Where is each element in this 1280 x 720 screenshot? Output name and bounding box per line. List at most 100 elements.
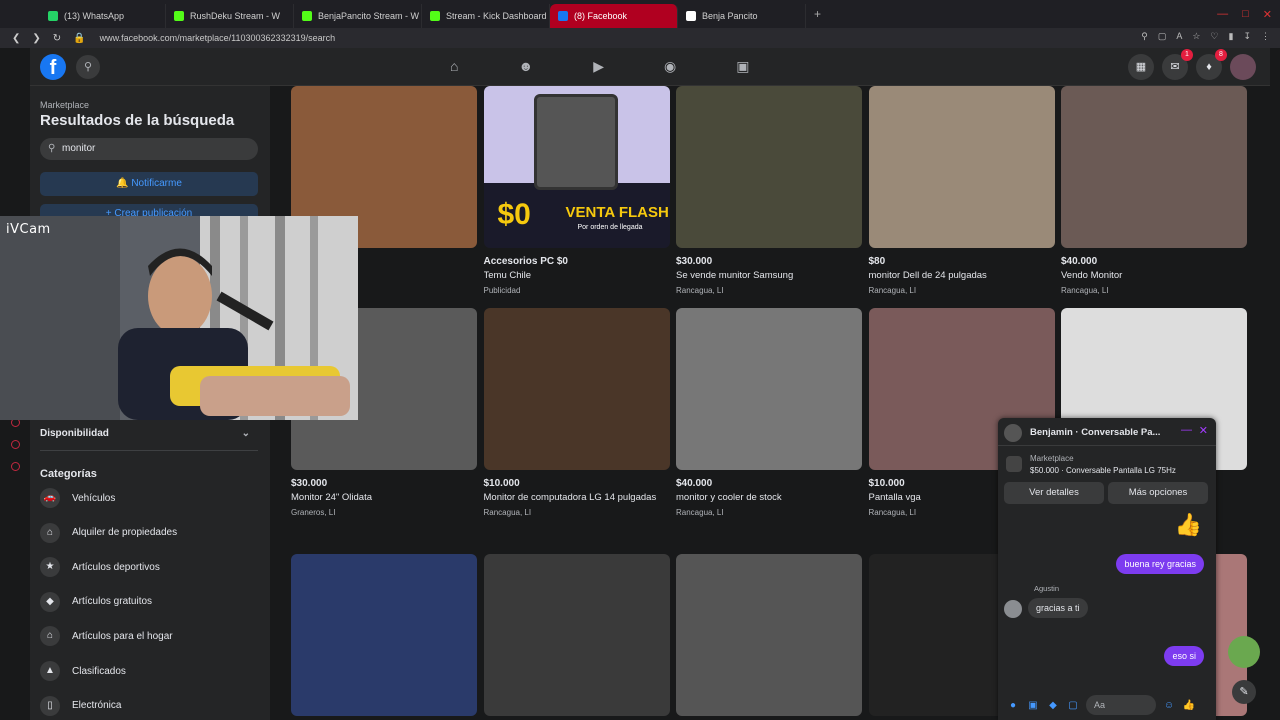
heart-icon[interactable]: ♡ (1210, 31, 1218, 42)
browser-tab[interactable]: BenjaPancito Stream - W (294, 4, 422, 28)
listing-card[interactable] (291, 554, 477, 716)
listing-image[interactable] (291, 554, 477, 716)
browser-tab[interactable]: (13) WhatsApp (40, 4, 166, 28)
listing-card[interactable]: $40.000 monitor y cooler de stock Rancagua… (676, 308, 862, 517)
maximize-icon[interactable]: □ (1242, 8, 1249, 21)
listing-image[interactable] (676, 86, 862, 248)
listing-card[interactable]: $0 VENTA FLASH Por orden de llegada Accesor… (483, 86, 670, 295)
extension-icon[interactable]: ▮ (1229, 31, 1234, 42)
listing-image[interactable] (676, 554, 862, 716)
menu-icon[interactable]: ⋮ (1261, 31, 1270, 42)
image-icon[interactable]: ▣ (1026, 700, 1040, 711)
category-item[interactable]: ⌂ Artículos para el hogar (40, 624, 173, 648)
listing-price: $80 (868, 256, 886, 267)
listing-card[interactable]: $40.000 Vendo Monitor Rancagua, LI (1061, 86, 1247, 295)
screenshot-icon[interactable]: ▢ (1158, 31, 1167, 42)
availability-filter[interactable]: Disponibilidad ⌄ (40, 428, 258, 439)
webcam-feed (0, 216, 358, 420)
reload-icon[interactable]: ↻ (53, 33, 61, 44)
listing-title: Se vende munitor Samsung (676, 270, 794, 281)
browser-tab[interactable]: RushDeku Stream - W (166, 4, 294, 28)
listing-card[interactable] (483, 554, 670, 716)
category-item[interactable]: ▲ Clasificados (40, 659, 126, 683)
listing-title: Vendo Monitor (1061, 270, 1123, 281)
listing-card[interactable] (676, 554, 862, 716)
message-input[interactable]: Aa (1086, 695, 1156, 715)
avatar[interactable] (1230, 54, 1256, 80)
browser-tab-bar: (13) WhatsApp RushDeku Stream - W BenjaPan… (0, 0, 1280, 28)
home-icon[interactable]: ⌂ (450, 58, 458, 75)
chevron-down-icon: ⌄ (241, 428, 250, 439)
like-icon[interactable]: 👍 (1182, 700, 1196, 711)
sidebar-app-icon[interactable] (11, 440, 20, 449)
category-item[interactable]: ▯ Electrónica (40, 694, 121, 718)
new-tab-button[interactable]: + (814, 7, 821, 21)
sender-name: Agustin (1034, 584, 1060, 593)
groups-icon[interactable]: ◉ (664, 58, 676, 75)
download-icon[interactable]: ↧ (1243, 31, 1251, 42)
tab-label: Stream - Kick Dashboard (446, 11, 547, 21)
listing-image[interactable] (483, 308, 670, 470)
sticker-icon[interactable]: ◆ (1046, 700, 1060, 711)
listing-image[interactable] (1061, 86, 1247, 248)
tab-favicon-icon (174, 11, 184, 21)
chat-window: Benjamin · Conversable Pa... — ✕ Marketp… (998, 418, 1216, 720)
gif-icon[interactable]: ▢ (1066, 700, 1080, 711)
header-actions: ▦ ✉ 1 ♦ 8 (1128, 49, 1256, 80)
chat-header[interactable]: Benjamin · Conversable Pa... — ✕ (998, 418, 1216, 446)
browser-tab[interactable]: (8) Facebook (550, 4, 678, 28)
friends-icon[interactable]: ☻ (518, 58, 533, 75)
browser-tab[interactable]: Benja Pancito (678, 4, 806, 28)
minimize-icon[interactable]: — (1181, 424, 1192, 436)
notifications-icon[interactable]: ♦ 8 (1196, 49, 1227, 80)
listing-card[interactable]: $80 monitor Dell de 24 pulgadas Rancagua, … (868, 86, 1055, 295)
listing-location: Graneros, LI (291, 508, 336, 517)
back-icon[interactable]: ❮ (12, 33, 20, 44)
listing-image[interactable] (868, 86, 1055, 248)
view-details-button[interactable]: Ver detalles (1004, 482, 1104, 504)
more-options-button[interactable]: Más opciones (1108, 482, 1208, 504)
tab-favicon-icon (558, 11, 568, 21)
url-field[interactable]: www.facebook.com/marketplace/11030036233… (100, 33, 335, 43)
listing-price: $30.000 (291, 478, 328, 489)
close-icon[interactable]: ✕ (1199, 424, 1208, 437)
listing-image[interactable] (676, 308, 862, 470)
listing-card[interactable]: $10.000 Monitor de computadora LG 14 pulg… (483, 308, 670, 517)
marketplace-item-row[interactable]: Marketplace $50.000 · Conversable Pantal… (1004, 452, 1210, 478)
category-item[interactable]: ◆ Artículos gratuitos (40, 590, 152, 614)
thumbs-up-icon: 👍 (1174, 512, 1202, 537)
facebook-logo[interactable]: f (40, 54, 66, 80)
search-input[interactable]: ⚲ monitor (40, 138, 258, 160)
tab-favicon-icon (302, 11, 312, 21)
megaphone-icon: ▲ (40, 661, 60, 681)
sidebar-app-icon[interactable] (11, 462, 20, 471)
page-title: Resultados de la búsqueda (40, 112, 235, 129)
runner-icon: ★ (40, 557, 60, 578)
video-icon[interactable]: ▶ (593, 58, 604, 75)
compose-message-icon[interactable]: ✎ (1232, 680, 1256, 704)
chat-head-bubble[interactable] (1228, 636, 1260, 668)
listing-image[interactable]: $0 VENTA FLASH Por orden de llegada (483, 86, 670, 248)
browser-tab[interactable]: Stream - Kick Dashboard (422, 4, 550, 28)
pin-icon[interactable]: ⚲ (1141, 31, 1148, 42)
translate-icon[interactable]: A (1176, 31, 1182, 42)
listing-card[interactable]: $30.000 Se vende munitor Samsung Rancagua,… (676, 86, 862, 295)
category-item[interactable]: ⌂ Alquiler de propiedades (40, 521, 177, 545)
minimize-icon[interactable]: — (1217, 8, 1228, 21)
search-icon[interactable]: ⚲ (76, 55, 100, 79)
category-item[interactable]: 🚗 Vehículos (40, 486, 115, 510)
category-item[interactable]: ★ Artículos deportivos (40, 555, 160, 579)
bookmark-icon[interactable]: ☆ (1192, 31, 1200, 42)
tab-label: RushDeku Stream - W (190, 11, 281, 21)
listing-image[interactable] (483, 554, 670, 716)
avatar (1004, 424, 1022, 442)
forward-icon[interactable]: ❯ (32, 33, 40, 44)
emoji-icon[interactable]: ☺ (1162, 700, 1176, 711)
gaming-icon[interactable]: ▣ (736, 58, 749, 75)
notify-button[interactable]: 🔔 Notificarme (40, 172, 258, 196)
ad-price: $0 (497, 198, 531, 231)
messenger-icon[interactable]: ✉ 1 (1162, 49, 1193, 80)
close-icon[interactable]: ✕ (1263, 8, 1272, 21)
menu-grid-icon[interactable]: ▦ (1128, 54, 1154, 80)
mic-icon[interactable]: ● (1006, 700, 1020, 711)
